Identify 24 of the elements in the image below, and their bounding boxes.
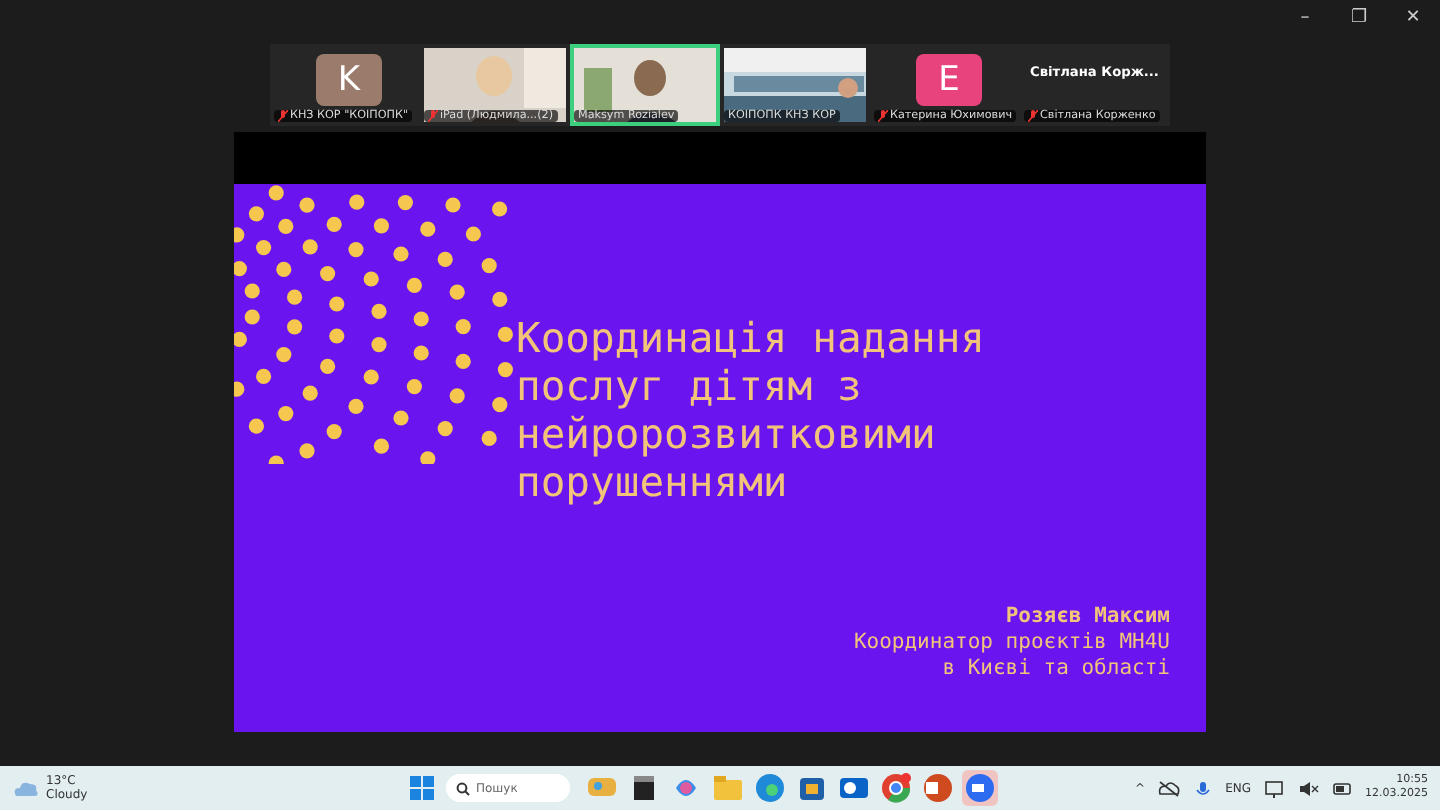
browser-icon: [880, 772, 912, 804]
minimize-button[interactable]: –: [1278, 0, 1332, 36]
cloud-icon: [12, 779, 40, 797]
slide-title: Координація надання послуг дітям з нейророзвитковими порушеннями: [516, 314, 987, 506]
microphone-icon: [1191, 779, 1214, 797]
battery-icon: [1331, 779, 1353, 797]
monitor-icon: [1263, 779, 1285, 797]
video-call-icon: [964, 772, 996, 804]
mail-icon: [838, 772, 870, 804]
avatar-icon: K: [316, 54, 382, 106]
restore-button[interactable]: ❐: [1332, 0, 1386, 36]
window-icon: [628, 772, 660, 804]
edge-icon: [754, 772, 786, 804]
author-region: в Києві та області: [942, 656, 1170, 682]
muted-speaker-icon: [1297, 779, 1319, 797]
slides-icon: [922, 772, 954, 804]
folder-icon: [712, 772, 744, 804]
author-role: Координатор проєктів MH4U: [853, 630, 1170, 656]
store-icon: [796, 772, 828, 804]
start-button[interactable]: [404, 770, 440, 806]
avatar-icon: E: [916, 54, 982, 106]
close-button[interactable]: ✕: [1386, 0, 1440, 36]
author-name: Розяєв Максим: [1005, 604, 1170, 630]
search-icon: [456, 781, 470, 795]
